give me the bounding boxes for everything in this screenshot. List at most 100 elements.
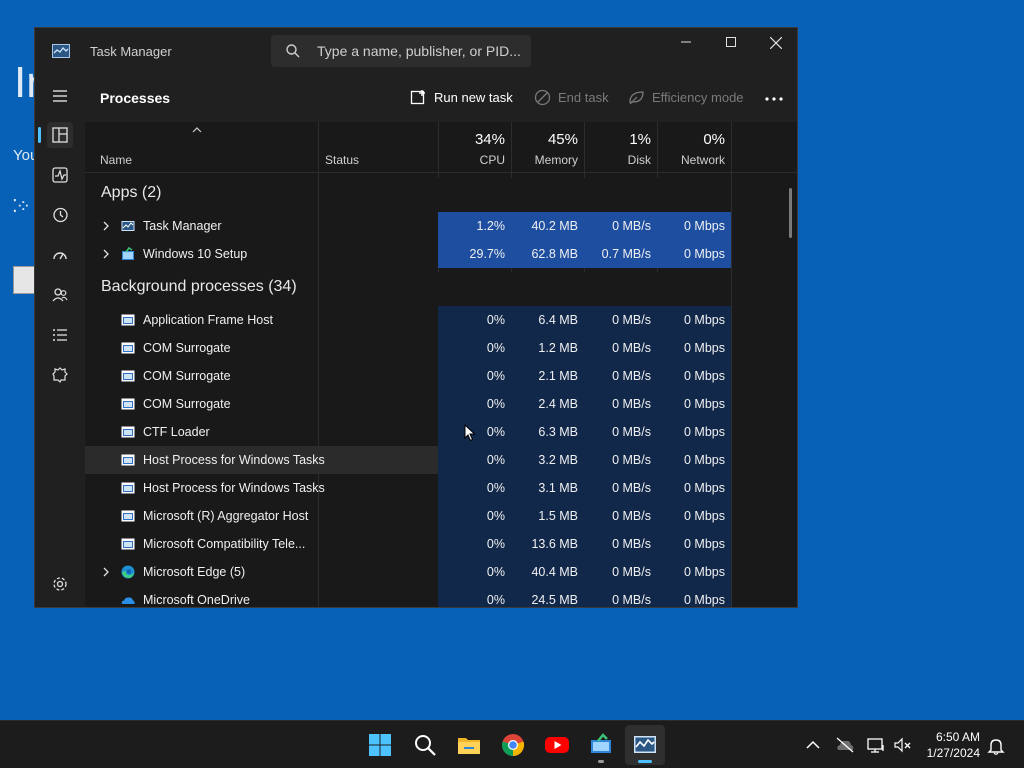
cpu-value: 0% — [486, 369, 505, 383]
group-background-processes[interactable]: Background processes (34) — [101, 278, 297, 296]
memory-label: Memory — [534, 153, 578, 167]
table-row[interactable]: Host Process for Windows Tasks 0% 3.1 MB 0 … — [85, 474, 731, 502]
disk-value: 0 MB/s — [612, 509, 651, 523]
network-value: 0 Mbps — [684, 247, 725, 261]
network-cell: 0 Mbps — [657, 586, 731, 607]
search-box[interactable] — [271, 35, 531, 67]
folder-icon — [458, 738, 480, 754]
network-label: Network — [680, 153, 725, 167]
windows-setup-button[interactable] — [581, 725, 621, 765]
cpu-value: 0% — [486, 593, 505, 607]
onedrive-icon — [121, 593, 135, 607]
column-status[interactable]: Status — [325, 153, 359, 167]
start-button[interactable] — [360, 725, 400, 765]
search-icon — [286, 44, 300, 58]
disk-value: 0 MB/s — [612, 341, 651, 355]
clock-time: 6:50 AM — [935, 730, 980, 744]
clock[interactable]: 6:50 AM 1/27/2024 — [927, 729, 980, 761]
group-apps[interactable]: Apps (2) — [101, 184, 161, 202]
memory-value: 2.1 MB — [538, 369, 578, 383]
column-memory[interactable]: 45% Memory — [511, 122, 584, 172]
memory-cell: 1.5 MB — [511, 502, 584, 530]
network-icon[interactable] — [866, 736, 886, 754]
network-value: 0 Mbps — [684, 593, 725, 607]
chevron-up-icon[interactable] — [803, 736, 823, 754]
minimize-button[interactable] — [663, 28, 709, 58]
close-button[interactable] — [753, 28, 797, 58]
memory-cell: 2.1 MB — [511, 362, 584, 390]
table-row[interactable]: Microsoft Edge (5) 0% 40.4 MB 0 MB/s 0 Mbps — [85, 558, 731, 586]
network-value: 0 Mbps — [684, 369, 725, 383]
nav-performance-icon[interactable] — [47, 162, 73, 188]
process-name: Host Process for Windows Tasks — [143, 481, 325, 495]
disk-cell: 0 MB/s — [584, 334, 657, 362]
table-row[interactable]: COM Surrogate 0% 1.2 MB 0 MB/s 0 Mbps — [85, 334, 731, 362]
table-row[interactable]: Windows 10 Setup 29.7% 62.8 MB 0.7 MB/s 0 Mb… — [85, 240, 731, 268]
task-manager-taskbar-button[interactable] — [625, 725, 665, 765]
table-row[interactable]: Application Frame Host 0% 6.4 MB 0 MB/s 0 Mb… — [85, 306, 731, 334]
page-title: Processes — [100, 90, 171, 106]
nav-users-icon[interactable] — [47, 282, 73, 308]
volume-muted-icon[interactable] — [893, 736, 913, 754]
table-row[interactable]: CTF Loader 0% 6.3 MB 0 MB/s 0 Mbps — [85, 418, 731, 446]
cpu-label: CPU — [479, 153, 505, 167]
title-bar[interactable]: Task Manager — [35, 28, 797, 74]
efficiency-mode-label: Efficiency mode — [652, 90, 744, 105]
nav-details-icon[interactable] — [47, 322, 73, 348]
file-explorer-button[interactable] — [449, 725, 489, 765]
process-name: Task Manager — [143, 219, 222, 233]
sort-ascending-icon[interactable] — [191, 126, 203, 134]
column-name[interactable]: Name — [100, 153, 132, 167]
disk-value: 0 MB/s — [612, 537, 651, 551]
network-value: 0 Mbps — [684, 481, 725, 495]
chevron-right-icon[interactable] — [102, 249, 110, 259]
hamburger-menu-icon[interactable] — [47, 83, 73, 109]
table-row[interactable]: Microsoft OneDrive 0% 24.5 MB 0 MB/s 0 Mbps — [85, 586, 731, 607]
chevron-right-icon[interactable] — [102, 567, 110, 577]
more-options-icon[interactable] — [761, 88, 787, 110]
memory-value: 3.2 MB — [538, 453, 578, 467]
youtube-button[interactable] — [537, 725, 577, 765]
search-input[interactable] — [317, 40, 522, 62]
table-row[interactable]: Microsoft (R) Aggregator Host 0% 1.5 MB 0 M… — [85, 502, 731, 530]
taskbar-search-button[interactable] — [405, 725, 445, 765]
column-disk[interactable]: 1% Disk — [584, 122, 657, 172]
run-new-task-label: Run new task — [434, 90, 513, 105]
table-row[interactable]: Host Process for Windows Tasks 0% 3.2 MB 0 … — [85, 446, 731, 474]
table-row[interactable]: Microsoft Compatibility Tele... 0% 13.6 MB… — [85, 530, 731, 558]
chrome-button[interactable] — [493, 725, 533, 765]
nav-processes-icon[interactable] — [47, 122, 73, 148]
vertical-scrollbar[interactable] — [789, 188, 792, 238]
disk-value: 0 MB/s — [612, 369, 651, 383]
chevron-right-icon[interactable] — [102, 221, 110, 231]
column-network[interactable]: 0% Network — [657, 122, 731, 172]
maximize-button[interactable] — [708, 28, 754, 58]
window-title: Task Manager — [90, 44, 172, 59]
chrome-icon — [501, 734, 525, 757]
group-row-spacer — [657, 178, 731, 214]
process-icon — [121, 369, 135, 383]
table-row[interactable]: COM Surrogate 0% 2.4 MB 0 MB/s 0 Mbps — [85, 390, 731, 418]
disk-value: 0 MB/s — [612, 219, 651, 233]
cpu-total: 34% — [474, 131, 505, 148]
disk-value: 0 MB/s — [612, 565, 651, 579]
group-row-spacer — [584, 178, 657, 214]
memory-cell: 3.2 MB — [511, 446, 584, 474]
table-row[interactable]: COM Surrogate 0% 2.1 MB 0 MB/s 0 Mbps — [85, 362, 731, 390]
process-list: Apps (2) Background processes (34) Task … — [85, 172, 797, 607]
end-task-icon — [534, 89, 551, 106]
nav-app-history-icon[interactable] — [47, 202, 73, 228]
task-manager-window: Task Manager Type a name, publisher, or … — [34, 27, 798, 608]
process-icon — [121, 453, 135, 467]
cpu-value: 0% — [486, 397, 505, 411]
disk-cell: 0 MB/s — [584, 474, 657, 502]
nav-services-icon[interactable] — [47, 362, 73, 388]
notification-bell-icon[interactable] — [986, 736, 1006, 756]
column-cpu[interactable]: 34% CPU — [438, 122, 511, 172]
settings-gear-icon[interactable] — [47, 571, 73, 597]
nav-startup-apps-icon[interactable] — [47, 242, 73, 268]
network-value: 0 Mbps — [684, 397, 725, 411]
memory-value: 13.6 MB — [531, 537, 578, 551]
onedrive-offline-icon[interactable] — [835, 736, 855, 754]
table-row[interactable]: Task Manager 1.2% 40.2 MB 0 MB/s 0 Mbps — [85, 212, 731, 240]
